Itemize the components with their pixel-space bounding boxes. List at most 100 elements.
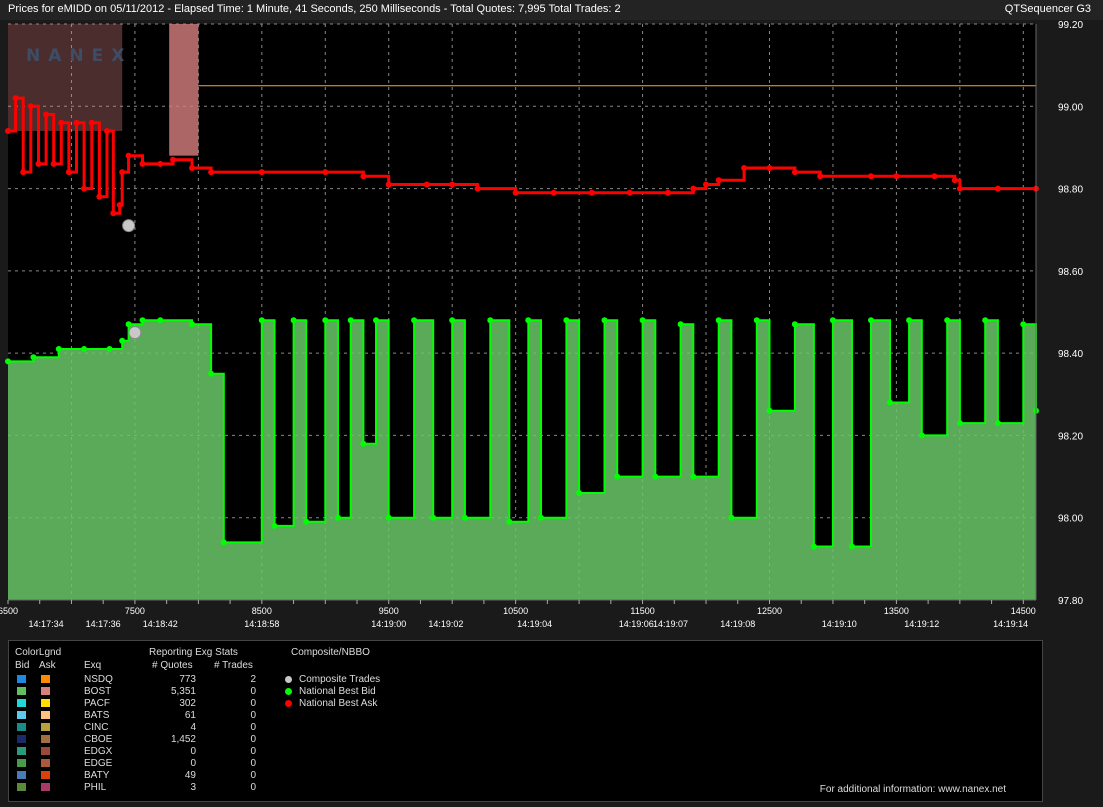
bid-column-label: Bid <box>15 660 30 671</box>
exchange-name: PHIL <box>84 782 107 793</box>
national-best-ask-point <box>119 169 126 176</box>
trades-count: 0 <box>250 758 256 769</box>
time-tick-label: 14:19:14 <box>993 619 1028 629</box>
national-best-bid-point <box>385 514 392 521</box>
exchange-name: EDGE <box>84 758 113 769</box>
national-best-ask-point <box>81 185 88 192</box>
time-tick-label: 14:19:00 <box>371 619 406 629</box>
national-best-bid-point <box>982 317 989 324</box>
quotes-column-label: # Quotes <box>152 660 193 671</box>
quotes-count: 3 <box>190 782 196 793</box>
national-best-bid-point <box>849 543 855 550</box>
reporting-stats-label: Reporting Exg Stats <box>149 647 238 658</box>
national-best-ask-point <box>12 95 19 102</box>
y-tick-label: 98.00 <box>1058 514 1083 525</box>
national-best-ask-point <box>116 202 123 208</box>
national-best-ask-point <box>5 128 11 134</box>
quotes-count: 49 <box>184 770 196 781</box>
national-best-ask-point <box>868 173 874 180</box>
national-best-bid-point <box>887 399 893 406</box>
national-best-bid-point <box>810 543 817 550</box>
national-best-bid-point <box>487 317 494 324</box>
quotes-count: 5,351 <box>170 686 196 697</box>
quotes-count: 1,452 <box>170 734 196 745</box>
national-best-bid-point <box>411 317 418 324</box>
national-best-ask-point <box>931 173 938 180</box>
national-best-bid-point <box>525 317 532 324</box>
x-tick-label: 14500 <box>1011 606 1036 616</box>
time-tick-label: 14:19:06 <box>619 619 654 629</box>
composite-trade-point <box>122 219 136 233</box>
national-best-bid-point <box>81 346 88 352</box>
national-best-bid-point <box>208 370 215 377</box>
composite-nbbo-label: Composite/NBBO <box>291 647 370 658</box>
national-best-bid-point <box>189 321 195 328</box>
national-best-bid-point <box>125 321 132 328</box>
y-tick-label: 99.20 <box>1058 20 1083 31</box>
time-tick-label: 14:19:10 <box>822 619 857 629</box>
exchange-name: NSDQ <box>84 674 113 685</box>
ask-color-swatch <box>41 759 50 767</box>
chart-title: Prices for eMIDD on 05/11/2012 - Elapsed… <box>8 3 621 15</box>
national-best-bid-point <box>271 522 278 529</box>
time-tick-label: 14:19:02 <box>428 619 463 629</box>
national-best-ask-point <box>27 103 34 110</box>
national-best-ask-point <box>741 165 748 171</box>
national-best-ask-point <box>360 173 367 180</box>
ask-shaded-block <box>169 24 199 156</box>
national-best-bid-point <box>994 420 1001 427</box>
national-best-ask-point <box>110 210 117 217</box>
national-best-bid-point <box>868 317 874 324</box>
bid-color-swatch <box>17 675 26 683</box>
national-best-bid-point <box>220 539 227 546</box>
time-tick-label: 14:18:58 <box>244 619 279 629</box>
y-tick-label: 99.00 <box>1058 102 1083 113</box>
time-tick-label: 14:17:36 <box>86 619 121 629</box>
national-best-ask-point <box>96 193 103 200</box>
national-best-ask-point <box>88 119 95 126</box>
national-best-bid-point <box>829 317 836 324</box>
national-best-ask-point <box>208 169 215 176</box>
nanex-logo: NANEX <box>26 46 133 66</box>
national-best-ask-point <box>258 169 265 176</box>
y-tick-label: 98.80 <box>1058 185 1083 196</box>
national-best-bid-point <box>601 317 608 324</box>
nbbo-legend-dot <box>285 700 292 707</box>
national-best-bid-point <box>728 514 735 521</box>
national-best-bid-point <box>106 346 113 352</box>
ask-color-swatch <box>41 783 50 791</box>
exchange-name: EDGX <box>84 746 113 757</box>
national-best-ask-point <box>588 189 595 196</box>
national-best-bid-point <box>766 407 773 414</box>
exchange-name: BATY <box>84 770 110 781</box>
national-best-bid-point <box>1020 321 1027 328</box>
trades-count: 0 <box>250 770 256 781</box>
ask-shaded-region <box>8 24 123 131</box>
ask-color-swatch <box>41 699 50 707</box>
national-best-bid-point <box>791 321 798 328</box>
bid-color-swatch <box>17 711 26 719</box>
national-best-ask-point <box>512 189 519 196</box>
national-best-bid-point <box>303 518 310 525</box>
legend-panel: ColorLgnd Bid Ask Exq Reporting Exg Stat… <box>8 640 1043 802</box>
national-best-bid-point <box>55 346 62 352</box>
nbbo-legend-label: National Best Ask <box>299 698 378 709</box>
x-tick-label: 7500 <box>125 606 145 616</box>
national-best-bid-point <box>639 317 646 324</box>
national-best-bid-point <box>30 354 37 361</box>
bid-color-swatch <box>17 747 26 755</box>
national-best-ask-point <box>690 185 697 192</box>
footer-info: For additional information: www.nanex.ne… <box>819 784 1006 795</box>
national-best-ask-point <box>73 119 80 126</box>
time-tick-label: 14:19:07 <box>653 619 688 629</box>
national-best-ask-point <box>994 185 1001 192</box>
x-tick-label: 11500 <box>630 606 654 616</box>
nbbo-legend-label: National Best Bid <box>299 686 376 697</box>
quotes-count: 0 <box>190 758 196 769</box>
national-best-ask-point <box>50 160 57 167</box>
x-tick-label: 10500 <box>503 606 528 616</box>
time-tick-label: 14:18:42 <box>143 619 178 629</box>
bid-color-swatch <box>17 759 26 767</box>
national-best-ask-point <box>715 177 722 184</box>
time-tick-label: 14:17:34 <box>29 619 64 629</box>
